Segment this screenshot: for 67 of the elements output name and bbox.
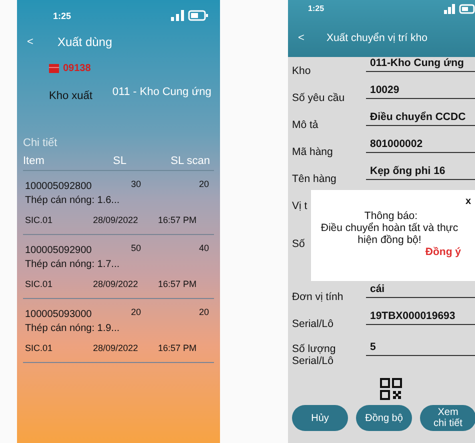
field-label: Số lượng Serial/Lô (292, 343, 337, 367)
warehouse-label: Kho xuất (49, 90, 92, 102)
item-row[interactable]: 100005092900 50 40 Thép cán nóng: 1.7... SIC.01 28/09/2022 16:57 PM (23, 235, 214, 299)
column-header: Item (23, 155, 46, 167)
back-button[interactable]: < (294, 32, 308, 44)
signal-icon (171, 10, 185, 21)
card-icon (49, 64, 59, 73)
order-number: 09138 (63, 63, 91, 74)
item-code: 100005093000 (25, 309, 93, 320)
item-description: Thép cán nóng: 1.9... (25, 323, 121, 334)
row-time: 16:57 PM (158, 343, 197, 353)
scanned-quantity: 40 (198, 243, 210, 253)
scanned-quantity: 20 (198, 307, 210, 317)
item-row[interactable]: 100005093000 20 20 Thép cán nóng: 1.9... SIC.01 28/09/2022 16:57 PM (23, 299, 214, 363)
item-row[interactable]: 100005092800 30 20 Thép cán nóng: 1.6... SIC.01 28/09/2022 16:57 PM (23, 171, 214, 235)
field-label: Serial/Lô (292, 318, 334, 330)
item-code: 100005092900 (25, 245, 93, 256)
column-header: SL scan (170, 155, 211, 167)
field-label: Đơn vị tính (292, 291, 344, 303)
scanned-quantity: 20 (198, 179, 210, 189)
field-label: Số yêu cầu (292, 92, 345, 104)
quantity: 20 (131, 307, 142, 317)
row-date: 28/09/2022 (93, 279, 140, 289)
field-label: Tên hàng (292, 173, 336, 185)
item-code: 100005092800 (25, 181, 93, 192)
input-field[interactable]: 801000002 (366, 138, 475, 153)
input-field[interactable]: Điều chuyển CCDC (366, 111, 475, 126)
row-time: 16:57 PM (158, 279, 197, 289)
input-field[interactable]: 5 (366, 341, 475, 356)
field-label: Số (292, 238, 305, 250)
quantity: 30 (131, 179, 142, 189)
input-field[interactable]: Kẹp ống phi 16 (366, 165, 475, 180)
input-field[interactable]: 10029 (366, 84, 475, 99)
confirm-button[interactable]: Đồng ý (425, 246, 461, 258)
input-field[interactable]: 19TBX000019693 (366, 310, 475, 325)
field-label: Mô tả (292, 119, 318, 131)
row-date: 28/09/2022 (93, 215, 140, 225)
signal-icon (444, 4, 456, 14)
qr-code-icon[interactable] (380, 378, 402, 400)
close-button[interactable]: x (465, 196, 471, 207)
row-date: 28/09/2022 (93, 343, 140, 353)
quantity: 50 (131, 243, 142, 253)
action-button[interactable]: Xem chi tiết (420, 405, 475, 431)
screen-title: Xuất chuyển vị trí kho (326, 32, 428, 44)
battery-icon (459, 4, 475, 14)
item-description: Thép cán nóng: 1.6... (25, 195, 121, 206)
section-title: Chi tiết (23, 137, 58, 149)
column-header: SL (113, 155, 128, 167)
field-label: Mã hàng (292, 146, 333, 158)
site-code: SIC.01 (25, 343, 54, 353)
action-button[interactable]: Hủy (292, 405, 348, 431)
field-label: Kho (292, 65, 311, 77)
warehouse-value: 011 - Kho Cung ứng (112, 86, 212, 98)
battery-icon (188, 10, 208, 21)
dialog-title: Thông báo: (363, 210, 419, 222)
action-button[interactable]: Đồng bộ (356, 405, 412, 431)
row-time: 16:57 PM (158, 215, 197, 225)
status-time: 1:25 (308, 4, 324, 14)
input-field[interactable]: cái (366, 283, 475, 298)
site-code: SIC.01 (25, 215, 54, 225)
dialog-message: Điều chuyển hoàn tất và thực hiện đồng bộ! (320, 222, 460, 246)
site-code: SIC.01 (25, 279, 54, 289)
screen-title: Xuất dùng (57, 35, 112, 49)
field-label: Vị t (292, 200, 308, 212)
status-time: 1:25 (53, 10, 72, 20)
input-field[interactable]: 011-Kho Cung ứng (366, 57, 475, 72)
item-description: Thép cán nóng: 1.7... (25, 259, 121, 270)
